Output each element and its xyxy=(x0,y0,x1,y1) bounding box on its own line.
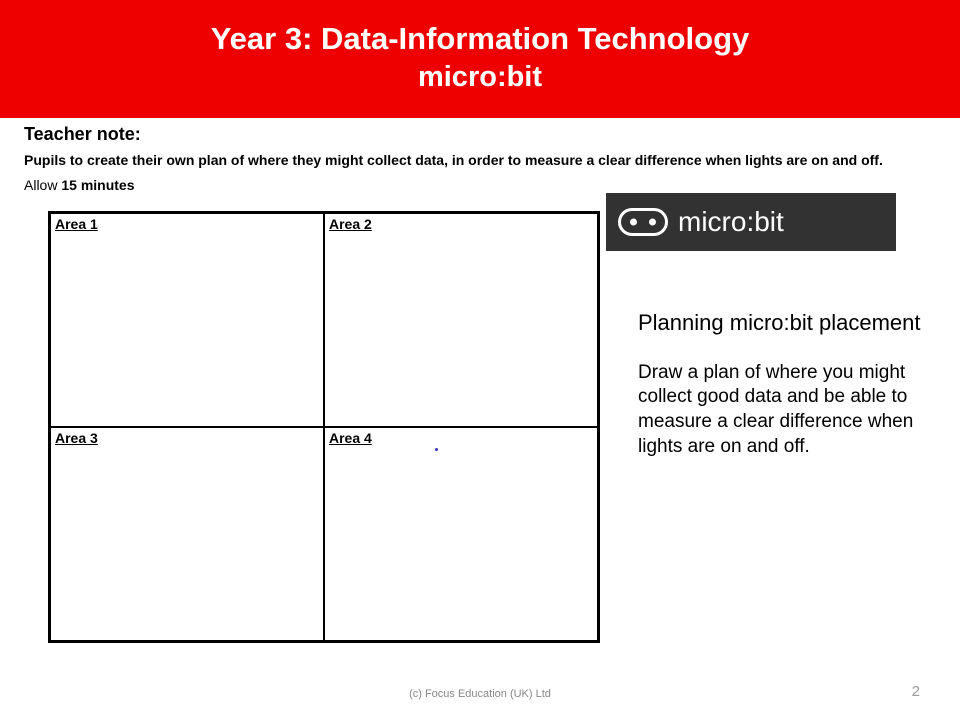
cell-label: Area 1 xyxy=(55,216,98,232)
footer-copyright: (c) Focus Education (UK) Ltd xyxy=(0,688,960,700)
banner-title-line2: micro:bit xyxy=(0,59,960,95)
allow-duration: 15 minutes xyxy=(61,177,134,193)
header-banner: Year 3: Data-Information Technology micr… xyxy=(0,0,960,118)
grid-cell-area4: Area 4 xyxy=(324,427,598,641)
banner-title-line1: Year 3: Data-Information Technology xyxy=(0,20,960,59)
grid-cell-area1: Area 1 xyxy=(50,213,324,427)
cell-label: Area 3 xyxy=(55,430,98,446)
microbit-icon xyxy=(618,208,668,236)
instruction-body: Draw a plan of where you might collect g… xyxy=(638,361,948,460)
stray-dot xyxy=(435,448,438,451)
content-area: Teacher note: Pupils to create their own… xyxy=(0,118,960,193)
instruction-block: Planning micro:bit placement Draw a plan… xyxy=(638,309,948,459)
planning-grid: Area 1 Area 2 Area 3 Area 4 xyxy=(48,211,600,643)
instruction-heading: Planning micro:bit placement xyxy=(638,309,948,337)
microbit-logo-text: micro:bit xyxy=(678,206,784,238)
grid-cell-area3: Area 3 xyxy=(50,427,324,641)
teacher-note-label: Teacher note: xyxy=(24,124,936,145)
cell-label: Area 2 xyxy=(329,216,372,232)
teacher-note-body: Pupils to create their own plan of where… xyxy=(24,151,924,169)
grid-cell-area2: Area 2 xyxy=(324,213,598,427)
allow-time: Allow 15 minutes xyxy=(24,177,936,193)
page-number: 2 xyxy=(912,683,920,700)
cell-label: Area 4 xyxy=(329,430,372,446)
allow-prefix: Allow xyxy=(24,177,61,193)
microbit-logo: micro:bit xyxy=(606,193,896,251)
